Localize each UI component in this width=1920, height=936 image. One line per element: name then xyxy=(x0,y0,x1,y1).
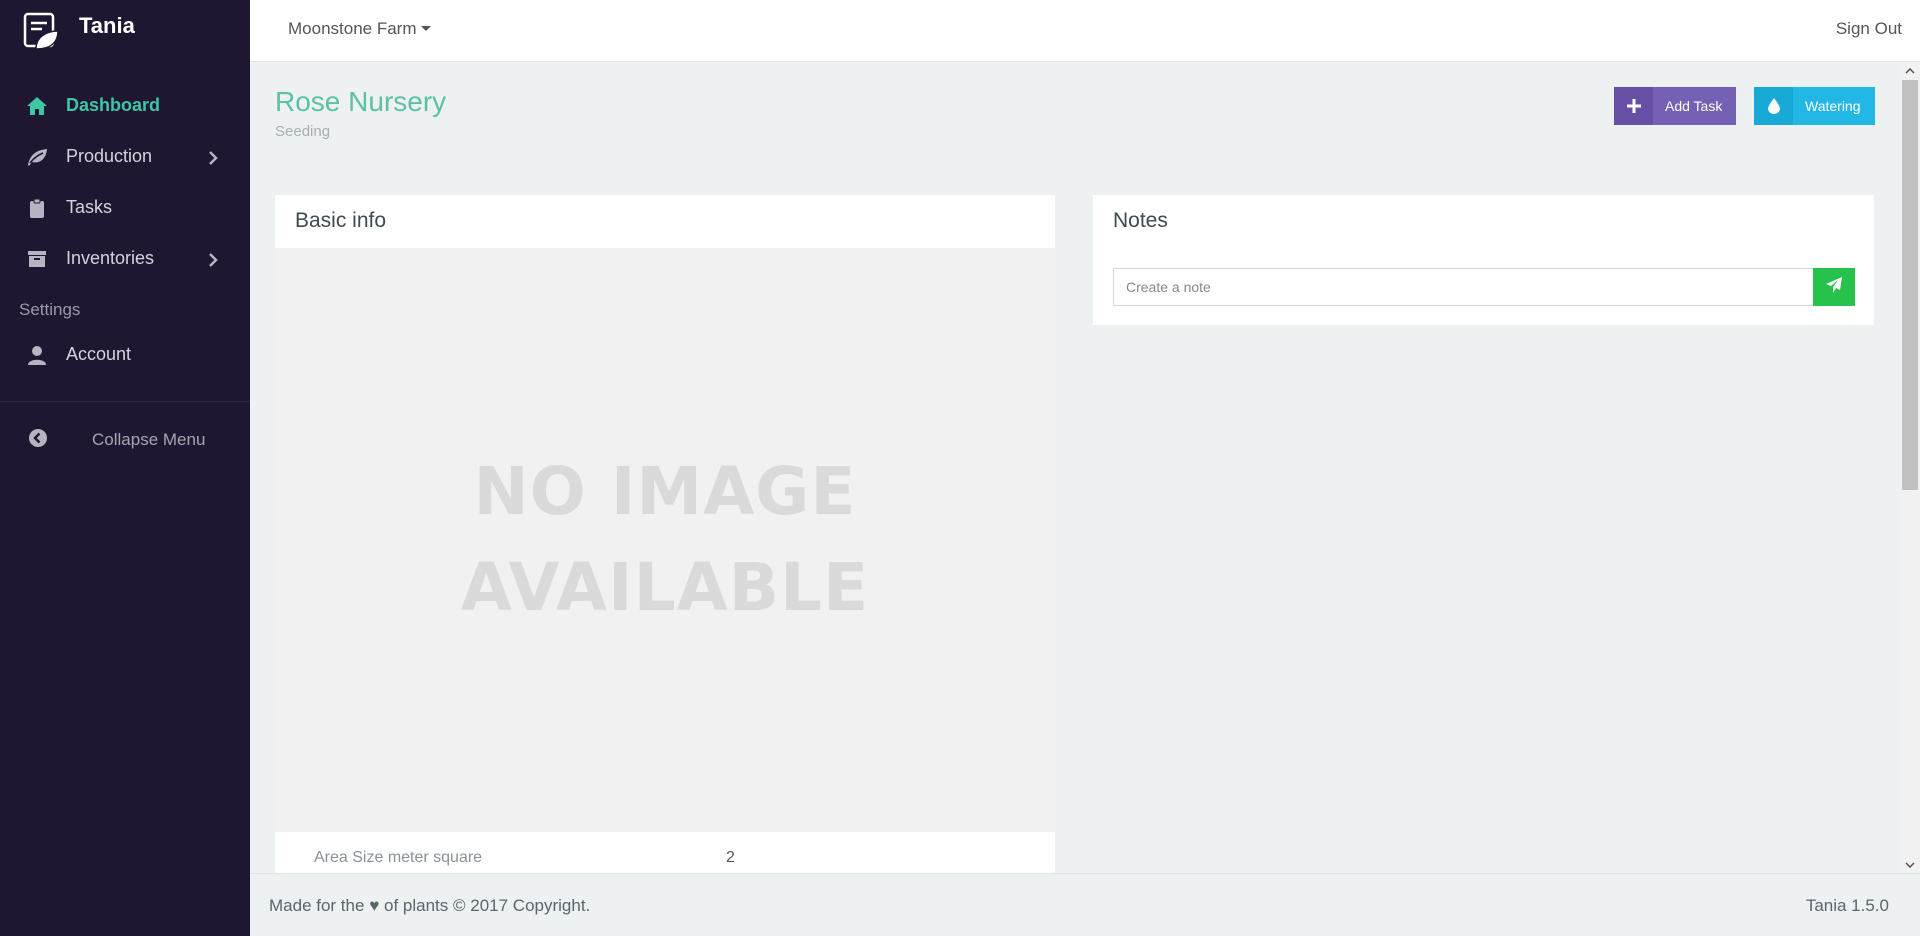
scrollbar-thumb[interactable] xyxy=(1902,80,1918,490)
sidebar-item-account[interactable]: Account xyxy=(0,329,250,380)
settings-heading: Settings xyxy=(19,300,81,319)
chevron-right-icon xyxy=(206,149,220,165)
leaf-icon xyxy=(26,146,48,168)
watering-button[interactable]: Watering xyxy=(1754,87,1875,125)
no-image-line-1: NO IMAGE xyxy=(473,453,857,530)
tania-logo-icon xyxy=(22,11,60,51)
notes-heading: Notes xyxy=(1113,209,1168,232)
info-row-key: Area Size meter square xyxy=(314,849,483,866)
paper-plane-icon xyxy=(1826,276,1842,298)
sidebar-item-label: Production xyxy=(66,146,153,166)
basic-info-panel: Basic info NO IMAGE AVAILABLE Area Size … xyxy=(275,195,1055,873)
archive-icon xyxy=(26,248,48,270)
vertical-scrollbar[interactable] xyxy=(1900,62,1920,873)
sidebar-item-inventories[interactable]: Inventories xyxy=(0,233,250,284)
sign-out-link[interactable]: Sign Out xyxy=(1836,19,1902,39)
page-subtitle: Seeding xyxy=(275,123,331,140)
main-content: Rose Nursery Seeding Add Task Watering B… xyxy=(250,62,1900,873)
scroll-down-arrow-icon[interactable] xyxy=(1900,856,1920,873)
top-bar: Moonstone Farm Sign Out xyxy=(250,0,1920,62)
sidebar-item-tasks[interactable]: Tasks xyxy=(0,182,250,233)
brand[interactable]: Tania xyxy=(0,0,250,62)
note-input[interactable] xyxy=(1113,268,1814,306)
plus-icon xyxy=(1614,87,1653,125)
collapse-menu-label: Collapse Menu xyxy=(92,430,206,449)
user-icon xyxy=(26,344,48,366)
sidebar: Tania Dashboard Production Tasks Invento… xyxy=(0,0,250,936)
watering-label: Watering xyxy=(1805,98,1861,114)
sidebar-item-production[interactable]: Production xyxy=(0,131,250,182)
caret-down-icon xyxy=(420,26,431,31)
chevron-right-icon xyxy=(206,251,220,267)
info-row-area-size: Area Size meter square 2 xyxy=(275,832,1055,873)
sidebar-item-dashboard[interactable]: Dashboard xyxy=(0,80,250,131)
footer-copyright: Made for the ♥ of plants © 2017 Copyrigh… xyxy=(269,896,590,916)
home-icon xyxy=(26,95,48,117)
water-drop-icon xyxy=(1754,87,1793,125)
footer: Made for the ♥ of plants © 2017 Copyrigh… xyxy=(250,873,1920,936)
basic-info-heading: Basic info xyxy=(295,209,387,232)
footer-text-suffix: of plants © 2017 Copyright. xyxy=(384,896,591,915)
no-image-placeholder: NO IMAGE AVAILABLE xyxy=(275,248,1055,832)
sidebar-item-label: Dashboard xyxy=(66,95,161,115)
sidebar-item-label: Tasks xyxy=(66,197,113,217)
footer-text-prefix: Made for the xyxy=(269,896,365,915)
farm-selector-dropdown[interactable]: Moonstone Farm xyxy=(288,19,431,39)
info-row-value: 2 xyxy=(726,849,735,866)
clipboard-icon xyxy=(26,197,48,219)
add-task-button[interactable]: Add Task xyxy=(1614,87,1737,125)
no-image-line-2: AVAILABLE xyxy=(460,549,870,626)
footer-version: Tania 1.5.0 xyxy=(1805,896,1889,915)
collapse-menu-button[interactable]: Collapse Menu xyxy=(0,402,250,478)
farm-selector-label: Moonstone Farm xyxy=(288,19,417,38)
add-task-label: Add Task xyxy=(1665,98,1723,114)
send-note-button[interactable] xyxy=(1813,268,1855,306)
scroll-up-arrow-icon[interactable] xyxy=(1900,62,1920,79)
page-title: Rose Nursery xyxy=(275,86,447,117)
heart-icon: ♥ xyxy=(369,896,380,915)
app-name: Tania xyxy=(79,13,135,38)
notes-panel: Notes xyxy=(1093,195,1874,325)
sidebar-item-label: Inventories xyxy=(66,248,155,268)
chevron-circle-left-icon xyxy=(28,428,48,453)
sidebar-item-label: Account xyxy=(66,344,132,364)
sidebar-nav: Dashboard Production Tasks Inventories S… xyxy=(0,80,250,380)
